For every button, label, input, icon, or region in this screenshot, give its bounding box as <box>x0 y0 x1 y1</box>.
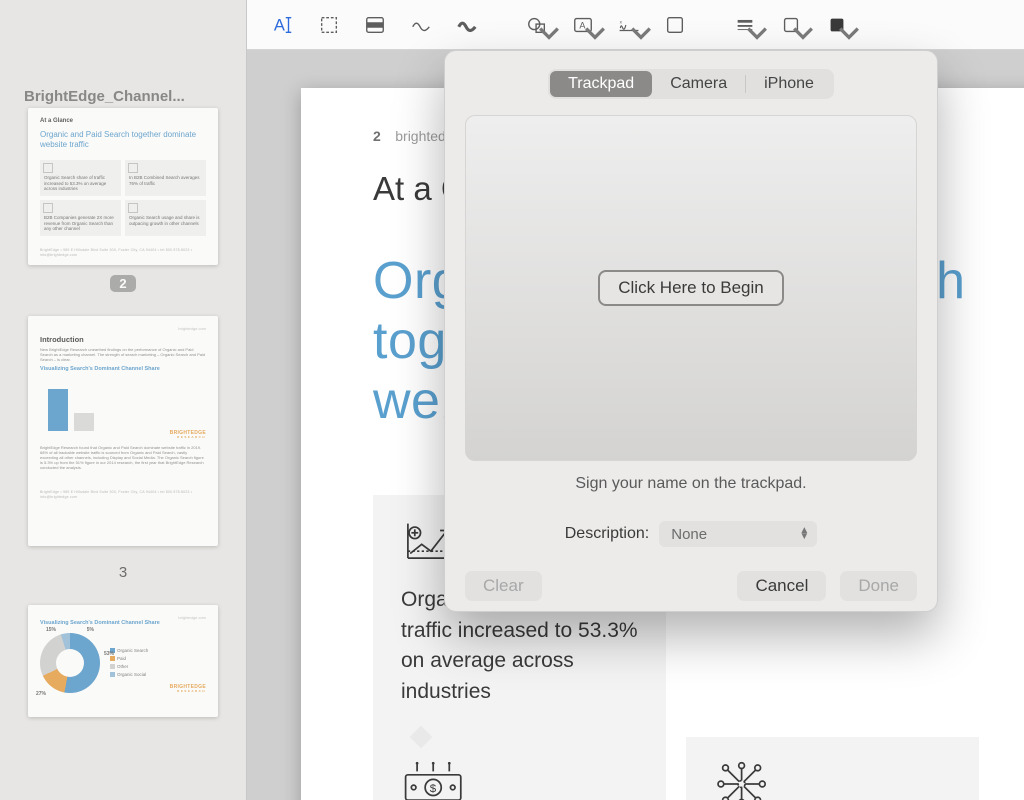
thumb-cell: Organic Search usage and share is outpac… <box>129 215 202 226</box>
chevron-down-icon <box>792 22 814 44</box>
stat-card: $ B2B Companies generate 2X more revenue… <box>373 737 666 800</box>
thumbnail-page-2[interactable]: At a Glance Organic and Paid Search toge… <box>0 108 246 292</box>
thumb-title: Organic and Paid Search together dominat… <box>40 130 206 151</box>
money-icon: $ <box>401 761 638 800</box>
signature-source-tabs: Trackpad Camera iPhone <box>548 69 834 99</box>
chevron-down-icon <box>838 22 860 44</box>
redact-button[interactable] <box>355 9 395 41</box>
chevron-down-icon <box>630 22 652 44</box>
fill-color-menu-button[interactable] <box>817 9 857 41</box>
tab-iphone[interactable]: iPhone <box>746 71 832 97</box>
network-icon <box>714 761 951 800</box>
selection-tool-button[interactable] <box>309 9 349 41</box>
signature-hint: Sign your name on the trackpad. <box>465 475 917 493</box>
thumb-footer: BrightEdge • 989 E Hillsdale Blvd Suite … <box>40 490 206 499</box>
page-number-badge-selected: 2 <box>110 275 135 292</box>
chevron-down-icon <box>538 22 560 44</box>
chart-legend: Organic Search Paid Other Organic Social <box>110 647 148 679</box>
thumb-eyebrow: At a Glance <box>40 118 206 126</box>
chevron-down-icon <box>584 22 606 44</box>
thumbnail-page-4[interactable]: brightedge.com Visualizing Search's Domi… <box>0 605 246 717</box>
page-number-label: 3 <box>119 564 127 581</box>
thumb-subtitle: Visualizing Search's Dominant Channel Sh… <box>40 366 206 373</box>
shapes-menu-button[interactable] <box>517 9 557 41</box>
begin-signature-button[interactable]: Click Here to Begin <box>598 270 784 306</box>
thumb-paragraph: BrightEdge Research found that Organic a… <box>40 445 206 470</box>
svg-text:$: $ <box>430 783 437 795</box>
clear-button[interactable]: Clear <box>465 571 542 601</box>
thumb-cell: B2B Companies generate 2X more revenue f… <box>44 215 117 231</box>
thumb-logo-sub: RESEARCH <box>170 690 206 693</box>
thumb-logo-sub: RESEARCH <box>170 436 206 439</box>
cancel-button[interactable]: Cancel <box>737 571 826 601</box>
thumbnail-sidebar: BrightEdge_Channel... At a Glance Organi… <box>0 0 247 800</box>
page-number: 2 <box>373 128 381 144</box>
note-button[interactable] <box>655 9 695 41</box>
done-button[interactable]: Done <box>840 571 917 601</box>
text-box-menu-button[interactable]: A <box>563 9 603 41</box>
signature-canvas[interactable]: Click Here to Begin <box>465 115 917 461</box>
markup-toolbar: A A x <box>247 0 1024 50</box>
thumb-subtitle: Visualizing Search's Dominant Channel Sh… <box>40 620 206 627</box>
description-value: None <box>671 526 707 543</box>
chart-label: 27% <box>36 691 46 697</box>
document-filename: BrightEdge_Channel... <box>24 88 222 105</box>
thumb-cell: In B2B Combined Search averages 76% of t… <box>129 175 202 186</box>
svg-text:x: x <box>620 19 623 24</box>
thumb-heading: Introduction <box>40 335 206 344</box>
thumb-footer: BrightEdge • 989 E Hillsdale Blvd Suite … <box>40 248 206 257</box>
thumb-cell: Organic Search share of traffic increase… <box>44 175 117 191</box>
text-annotation-button[interactable]: A <box>263 9 303 41</box>
updown-icon: ▲▼ <box>799 528 809 540</box>
svg-text:A: A <box>274 16 285 34</box>
chart-label: 15% <box>46 627 56 633</box>
chart-label: 5% <box>87 627 94 633</box>
signature-popover: Trackpad Camera iPhone Click Here to Beg… <box>444 50 938 612</box>
stroke-color-menu-button[interactable] <box>771 9 811 41</box>
description-select[interactable]: None ▲▼ <box>659 521 817 547</box>
donut-chart-icon <box>40 633 100 693</box>
signature-menu-button[interactable]: x <box>609 9 649 41</box>
tab-camera[interactable]: Camera <box>652 71 745 97</box>
chevron-down-icon <box>746 22 768 44</box>
stroke-style-menu-button[interactable] <box>725 9 765 41</box>
thumbnail-page-3[interactable]: brightedge.com Introduction New BrightEd… <box>0 316 246 581</box>
tab-trackpad[interactable]: Trackpad <box>550 71 652 97</box>
thumb-paragraph: New BrightEdge Research unearthed findin… <box>40 347 206 362</box>
stat-card: Organic Search usage and share is outpac… <box>686 737 979 800</box>
description-label: Description: <box>565 525 649 543</box>
chart-label: 53% <box>104 651 114 657</box>
sketch-thin-button[interactable] <box>401 9 441 41</box>
sketch-thick-button[interactable] <box>447 9 487 41</box>
